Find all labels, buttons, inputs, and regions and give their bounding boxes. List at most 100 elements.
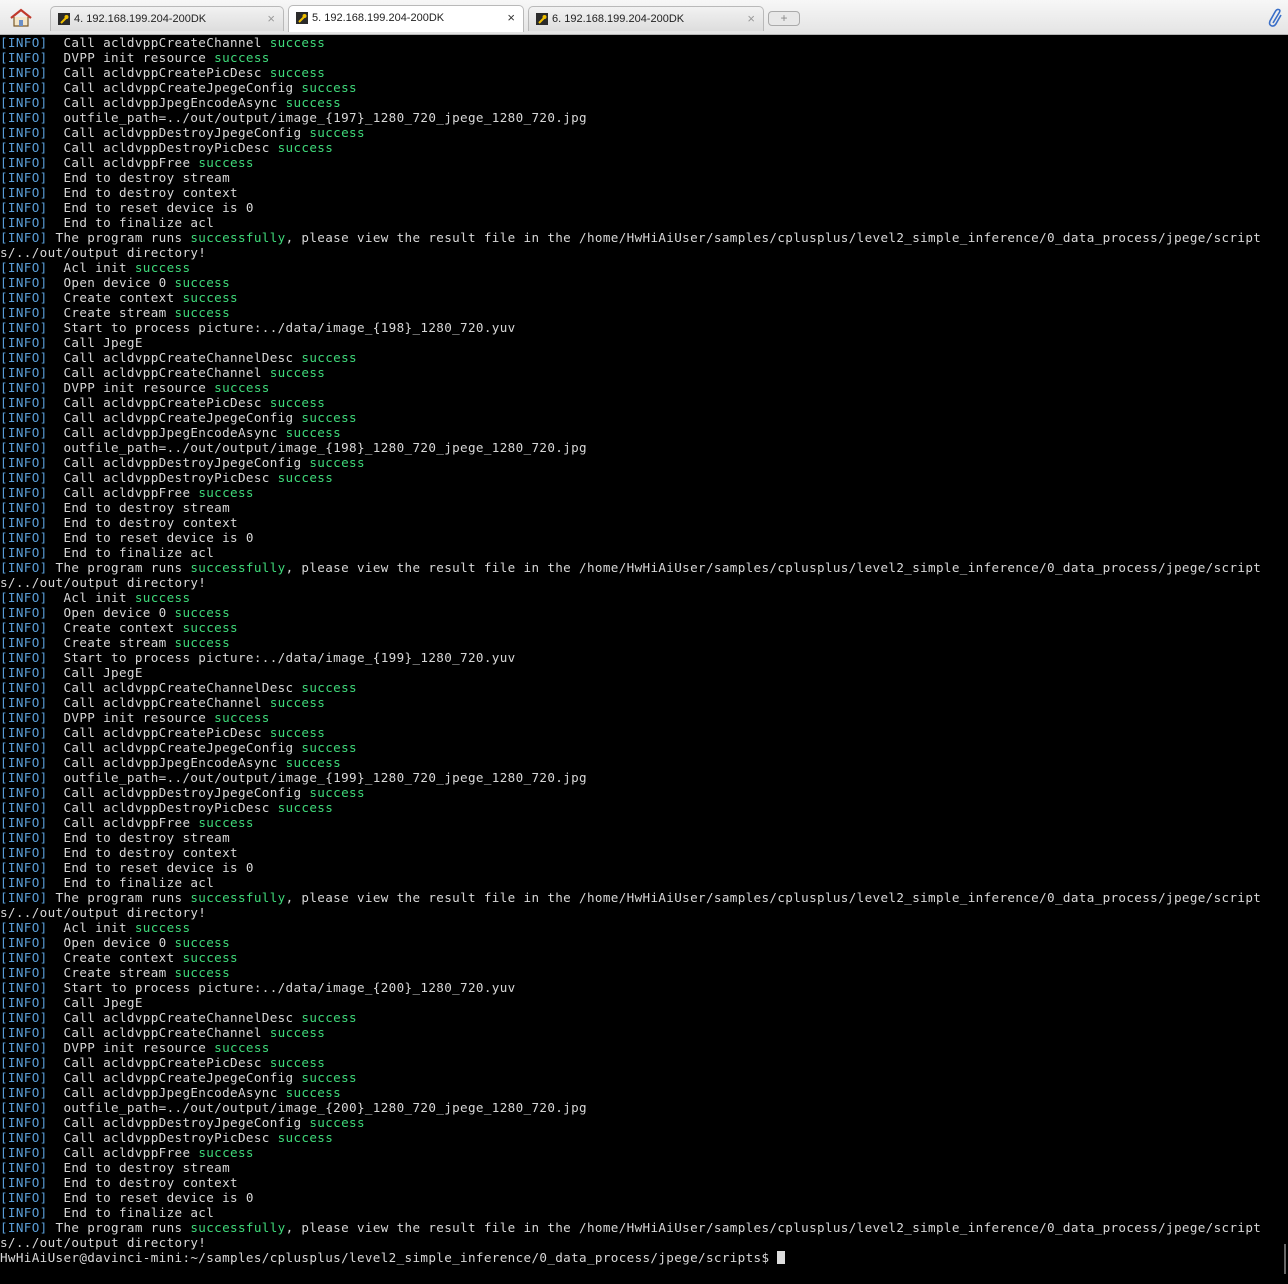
log-tag: [INFO] bbox=[0, 260, 48, 275]
terminal-output[interactable]: [INFO] Call acldvppCreateChannel success… bbox=[0, 35, 1276, 1284]
log-tag: [INFO] bbox=[0, 785, 48, 800]
log-tag: [INFO] bbox=[0, 920, 48, 935]
success-text: success bbox=[301, 350, 357, 365]
log-text: Open device 0 bbox=[47, 935, 175, 950]
success-text: success bbox=[174, 305, 231, 320]
log-text: outfile_path=../out/output/image_{199}_1… bbox=[47, 770, 587, 785]
tab-session-5[interactable]: 5. 192.168.199.204-200DK × bbox=[288, 5, 524, 32]
success-text: success bbox=[174, 635, 231, 650]
close-icon[interactable]: × bbox=[747, 11, 755, 26]
log-tag: [INFO] bbox=[0, 110, 48, 125]
log-tag: [INFO] bbox=[0, 755, 48, 770]
log-text: Call acldvppJpegEncodeAsync bbox=[47, 755, 286, 770]
log-tag: [INFO] bbox=[0, 680, 48, 695]
terminal-line: [INFO] DVPP init resource success bbox=[0, 1040, 1276, 1055]
shell-prompt-line[interactable]: HwHiAiUser@davinci-mini:~/samples/cplusp… bbox=[0, 1250, 1276, 1265]
log-tag: [INFO] bbox=[0, 875, 48, 890]
terminal-line: [INFO] End to finalize acl bbox=[0, 545, 1276, 560]
tab-label: 5. 192.168.199.204-200DK bbox=[312, 12, 445, 24]
scrollbar-thumb[interactable] bbox=[1284, 1244, 1286, 1274]
log-tag: [INFO] bbox=[0, 590, 48, 605]
terminal-line: [INFO] Acl init success bbox=[0, 590, 1276, 605]
paperclip-icon[interactable] bbox=[1268, 8, 1284, 28]
close-icon[interactable]: × bbox=[507, 10, 515, 25]
log-tag: [INFO] bbox=[0, 470, 48, 485]
terminal-line: [INFO] Call acldvppCreateChannelDesc suc… bbox=[0, 1010, 1276, 1025]
success-text: success bbox=[214, 380, 270, 395]
terminal-line: [INFO] outfile_path=../out/output/image_… bbox=[0, 1100, 1276, 1115]
terminal-line: [INFO] Call acldvppJpegEncodeAsync succe… bbox=[0, 425, 1276, 440]
terminal-line: [INFO] Call JpegE bbox=[0, 335, 1276, 350]
log-text: Call acldvppDestroyJpegeConfig bbox=[47, 455, 310, 470]
success-text: success bbox=[285, 425, 342, 440]
log-text: End to destroy context bbox=[47, 1175, 238, 1190]
log-text: , please view the result file in the /ho… bbox=[285, 890, 1262, 905]
terminal-line: [INFO] End to reset device is 0 bbox=[0, 860, 1276, 875]
log-text: outfile_path=../out/output/image_{198}_1… bbox=[47, 440, 587, 455]
terminal-line: [INFO] Call acldvppDestroyJpegeConfig su… bbox=[0, 455, 1276, 470]
log-text: Call acldvppCreateJpegeConfig bbox=[47, 80, 302, 95]
log-text: Call acldvppCreateJpegeConfig bbox=[47, 740, 302, 755]
tab-session-4[interactable]: 4. 192.168.199.204-200DK × bbox=[50, 6, 284, 31]
terminal-line: [INFO] Call acldvppCreateChannel success bbox=[0, 35, 1276, 50]
terminal-line: [INFO] End to destroy context bbox=[0, 185, 1276, 200]
log-tag: [INFO] bbox=[0, 290, 48, 305]
log-tag: [INFO] bbox=[0, 350, 48, 365]
terminal-line: [INFO] Create stream success bbox=[0, 965, 1276, 980]
wrench-icon bbox=[296, 12, 308, 24]
success-text: success bbox=[269, 695, 326, 710]
log-tag: [INFO] bbox=[0, 605, 48, 620]
scrollbar[interactable] bbox=[1276, 35, 1288, 1284]
log-tag: [INFO] bbox=[0, 485, 48, 500]
log-text: End to reset device is 0 bbox=[47, 200, 254, 215]
terminal-line: [INFO] The program runs successfully, pl… bbox=[0, 560, 1276, 575]
log-tag: [INFO] bbox=[0, 665, 48, 680]
log-tag: [INFO] bbox=[0, 1115, 48, 1130]
log-text: Call acldvppJpegEncodeAsync bbox=[47, 95, 286, 110]
log-tag: [INFO] bbox=[0, 335, 48, 350]
terminal-line: s/../out/output directory! bbox=[0, 905, 1276, 920]
log-text: Call acldvppCreateJpegeConfig bbox=[47, 410, 302, 425]
success-text: success bbox=[277, 470, 334, 485]
terminal-line: [INFO] Call acldvppCreatePicDesc success bbox=[0, 1055, 1276, 1070]
log-text: , please view the result file in the /ho… bbox=[285, 230, 1262, 245]
terminal-line: [INFO] Call acldvppDestroyPicDesc succes… bbox=[0, 1130, 1276, 1145]
success-text: success bbox=[309, 455, 365, 470]
tab-session-6[interactable]: 6. 192.168.199.204-200DK × bbox=[528, 6, 764, 31]
terminal-line: [INFO] Call acldvppJpegEncodeAsync succe… bbox=[0, 755, 1276, 770]
log-tag: [INFO] bbox=[0, 935, 48, 950]
log-tag: [INFO] bbox=[0, 1010, 48, 1025]
terminal-line: [INFO] Call acldvppFree success bbox=[0, 815, 1276, 830]
log-tag: [INFO] bbox=[0, 215, 48, 230]
log-tag: [INFO] bbox=[0, 725, 48, 740]
log-tag: [INFO] bbox=[0, 185, 48, 200]
log-text: Call acldvppDestroyJpegeConfig bbox=[47, 1115, 310, 1130]
success-text: success bbox=[174, 275, 231, 290]
success-text: successfully bbox=[190, 1220, 286, 1235]
success-text: success bbox=[301, 740, 357, 755]
log-tag: [INFO] bbox=[0, 1190, 48, 1205]
log-tag: [INFO] bbox=[0, 1145, 48, 1160]
log-text: Call acldvppFree bbox=[47, 815, 199, 830]
close-icon[interactable]: × bbox=[267, 11, 275, 26]
terminal-line: [INFO] Create context success bbox=[0, 620, 1276, 635]
log-tag: [INFO] bbox=[0, 425, 48, 440]
log-tag: [INFO] bbox=[0, 1025, 48, 1040]
log-text: Start to process picture:../data/image_{… bbox=[47, 650, 516, 665]
log-text: Call JpegE bbox=[47, 665, 143, 680]
log-text: DVPP init resource bbox=[47, 50, 215, 65]
new-tab-button[interactable]: + bbox=[768, 11, 800, 26]
home-icon[interactable] bbox=[8, 8, 34, 28]
tab-label: 4. 192.168.199.204-200DK bbox=[74, 13, 207, 25]
log-tag: [INFO] bbox=[0, 530, 48, 545]
log-tag: [INFO] bbox=[0, 410, 48, 425]
success-text: success bbox=[174, 935, 231, 950]
log-text: Call acldvppDestroyJpegeConfig bbox=[47, 125, 310, 140]
log-tag: [INFO] bbox=[0, 455, 48, 470]
terminal-line: [INFO] End to destroy stream bbox=[0, 500, 1276, 515]
success-text: success bbox=[285, 1085, 342, 1100]
success-text: success bbox=[269, 1055, 326, 1070]
terminal-line: [INFO] outfile_path=../out/output/image_… bbox=[0, 110, 1276, 125]
terminal-line: [INFO] Call acldvppCreateChannel success bbox=[0, 1025, 1276, 1040]
terminal-line: [INFO] Call acldvppFree success bbox=[0, 155, 1276, 170]
